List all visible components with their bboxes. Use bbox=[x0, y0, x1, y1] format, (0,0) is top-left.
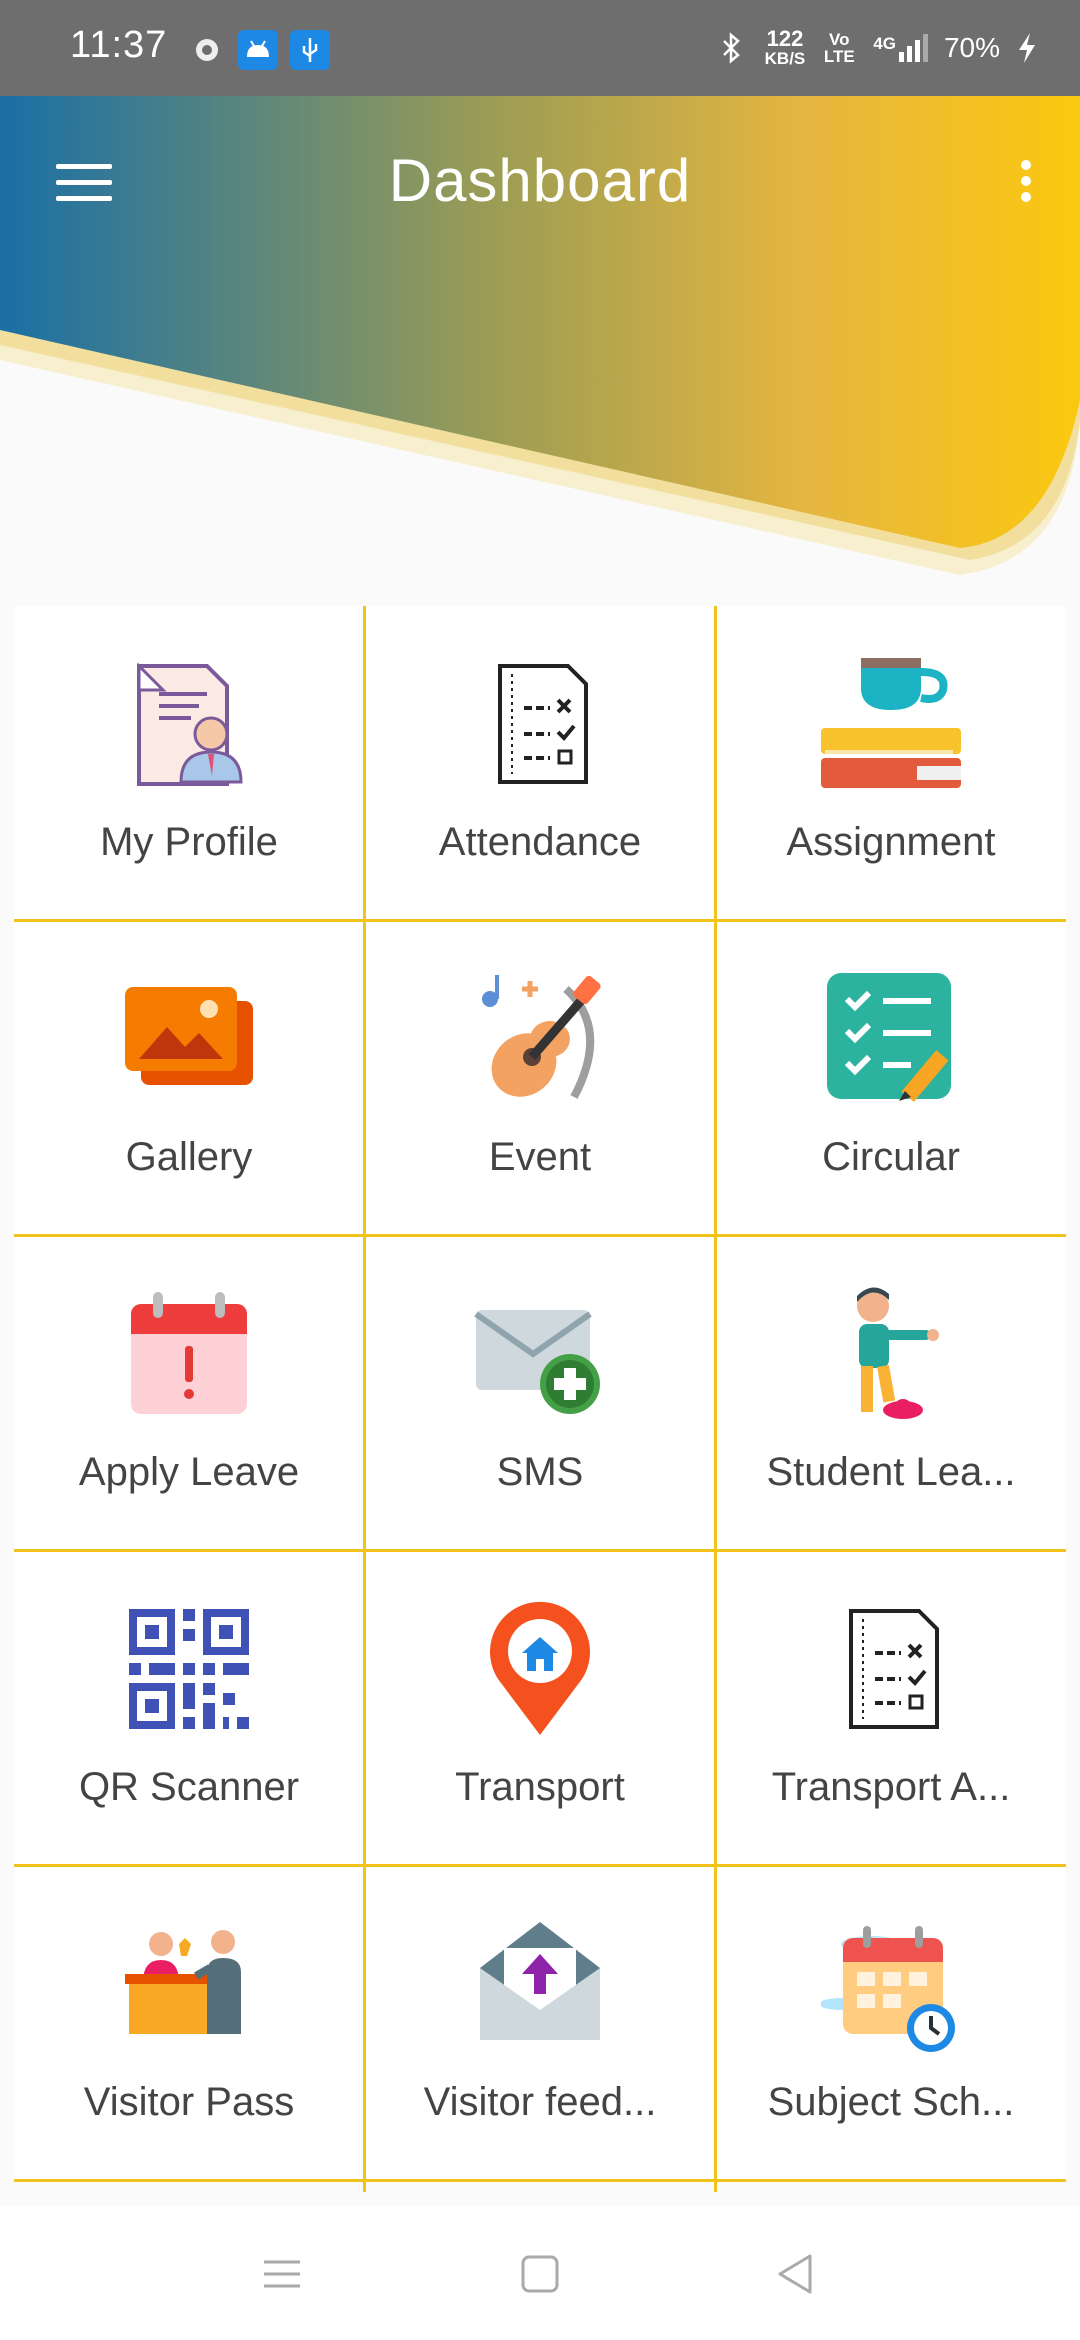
grid-divider bbox=[14, 1549, 1066, 1552]
tile-assignment[interactable]: Assignment bbox=[716, 606, 1066, 920]
checklist-pencil-icon bbox=[827, 973, 951, 1102]
calendar-clock-icon bbox=[821, 1926, 955, 2052]
tile-transport-attendance[interactable]: Transport A... bbox=[716, 1551, 1066, 1865]
tile-visitor-pass[interactable]: Visitor Pass bbox=[14, 1866, 364, 2180]
tile-label: Transport A... bbox=[771, 1765, 1011, 1809]
system-navigation-bar bbox=[0, 2206, 1080, 2340]
tile-label: Circular bbox=[822, 1135, 960, 1179]
tile-apply-leave[interactable]: Apply Leave bbox=[14, 1236, 364, 1550]
page-title: Dashboard bbox=[388, 147, 692, 214]
tile-label: Assignment bbox=[786, 820, 996, 864]
checklist-document-icon bbox=[498, 664, 588, 784]
app-bar: Dashboard bbox=[0, 96, 1080, 266]
status-time: 11:37 bbox=[70, 24, 168, 66]
tile-sms[interactable]: SMS bbox=[365, 1236, 715, 1550]
calendar-alert-icon bbox=[131, 1292, 247, 1414]
recent-apps-button[interactable] bbox=[252, 2244, 312, 2304]
bluetooth-icon bbox=[722, 31, 740, 64]
tile-circular[interactable]: Circular bbox=[716, 921, 1066, 1235]
dashboard-grid: My Profile Attendance Assignment Gallery… bbox=[14, 606, 1066, 2192]
battery-percentage: 70% bbox=[943, 31, 1000, 63]
tile-label: Visitor feed... bbox=[423, 2080, 657, 2124]
tile-subject-schedule[interactable]: Subject Sch... bbox=[716, 1866, 1066, 2180]
tile-attendance[interactable]: Attendance bbox=[365, 606, 715, 920]
books-cup-icon bbox=[821, 658, 961, 788]
tile-label: Transport bbox=[455, 1765, 625, 1809]
grid-divider bbox=[14, 1864, 1066, 1867]
tile-my-profile[interactable]: My Profile bbox=[14, 606, 364, 920]
mail-add-icon bbox=[474, 1310, 600, 1414]
grid-divider bbox=[14, 919, 1066, 922]
tile-transport[interactable]: Transport bbox=[365, 1551, 715, 1865]
grid-divider bbox=[363, 606, 366, 2192]
map-pin-home-icon bbox=[490, 1601, 590, 1735]
home-square-icon bbox=[521, 2255, 559, 2293]
charging-bolt-icon bbox=[1019, 32, 1035, 63]
tile-visitor-feedback[interactable]: Visitor feed... bbox=[365, 1866, 715, 2180]
tile-label: Student Lea... bbox=[766, 1450, 1016, 1494]
android-debug-icon bbox=[238, 30, 278, 70]
tile-label: Visitor Pass bbox=[83, 2080, 295, 2124]
tile-label: SMS bbox=[496, 1450, 584, 1494]
tile-label: QR Scanner bbox=[78, 1765, 300, 1809]
qr-code-icon bbox=[129, 1609, 249, 1729]
tile-label: Attendance bbox=[438, 820, 642, 864]
grid-divider bbox=[714, 606, 717, 2192]
network-speed: 122 KB/S bbox=[764, 26, 806, 68]
envelope-upload-icon bbox=[480, 1922, 600, 2040]
tile-label: Apply Leave bbox=[78, 1450, 300, 1494]
volte-indicator: Vo LTE bbox=[823, 29, 855, 66]
tile-label: Gallery bbox=[125, 1135, 253, 1179]
tile-qr-scanner[interactable]: QR Scanner bbox=[14, 1551, 364, 1865]
recent-apps-icon bbox=[264, 2260, 300, 2288]
grid-divider bbox=[14, 2179, 1066, 2182]
reception-desk-icon bbox=[125, 1930, 241, 2034]
tile-label: Subject Sch... bbox=[767, 2080, 1015, 2124]
tile-gallery[interactable]: Gallery bbox=[14, 921, 364, 1235]
checklist-document-icon bbox=[849, 1609, 939, 1729]
back-button[interactable] bbox=[766, 2244, 826, 2304]
home-button[interactable] bbox=[510, 2244, 570, 2304]
tile-event[interactable]: Event bbox=[365, 921, 715, 1235]
guitar-music-icon bbox=[482, 975, 601, 1099]
tile-student-leave[interactable]: Student Lea... bbox=[716, 1236, 1066, 1550]
gallery-photos-icon bbox=[125, 987, 253, 1085]
signal-strength-icon: 4G bbox=[873, 33, 928, 62]
more-options-button[interactable] bbox=[990, 136, 1060, 226]
back-triangle-icon bbox=[778, 2254, 812, 2294]
tile-label: Event bbox=[488, 1135, 592, 1179]
student-leaving-icon bbox=[857, 1287, 939, 1419]
usb-icon bbox=[290, 30, 330, 70]
status-indicators: 122 KB/S Vo LTE 4G 70% bbox=[715, 28, 1038, 67]
grid-divider bbox=[14, 1234, 1066, 1237]
app-notification-icon bbox=[196, 39, 218, 61]
profile-document-icon bbox=[137, 662, 243, 786]
tile-label: My Profile bbox=[100, 820, 278, 864]
status-bar: 11:37 122 KB/S Vo LTE 4G 70% bbox=[0, 0, 1080, 96]
